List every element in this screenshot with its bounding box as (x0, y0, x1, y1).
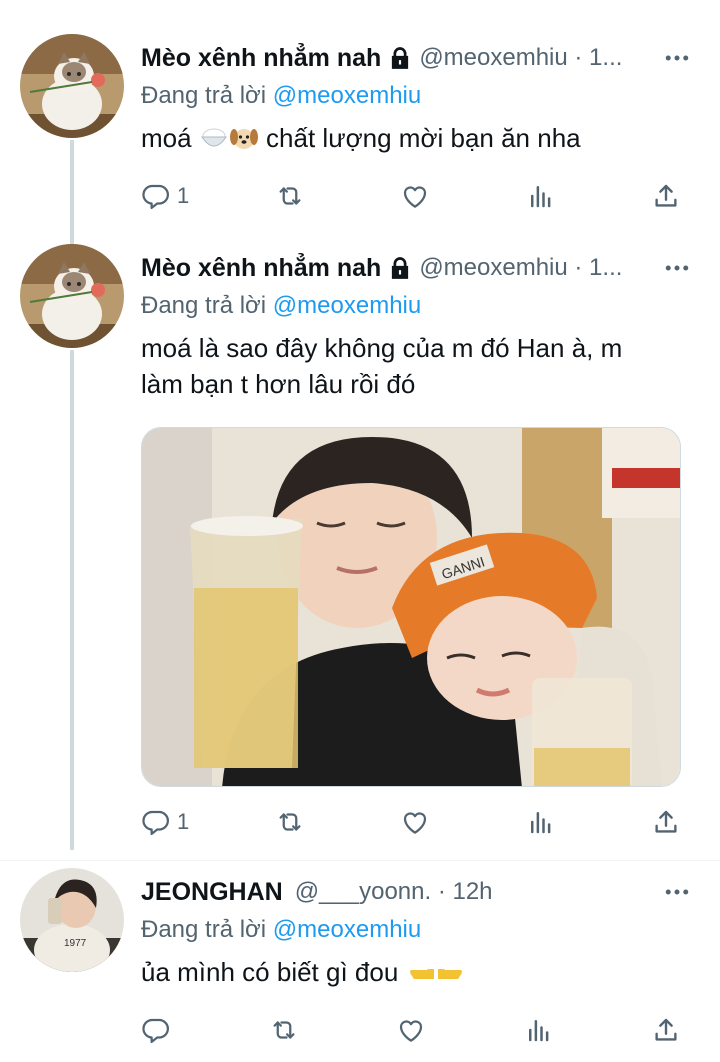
reply-count: 1 (177, 809, 190, 834)
author-name[interactable]: JEONGHAN (141, 878, 283, 907)
share-button[interactable] (651, 807, 681, 837)
tweet[interactable]: Mèo xênh nhẳm nah @meoxemhiu · 1... Đang… (0, 0, 720, 240)
tweet-header: JEONGHAN @___yoonn. · 12h (141, 872, 700, 912)
author-handle[interactable]: @meoxemhiu · 1... (419, 44, 622, 72)
like-icon (400, 807, 430, 837)
replying-to: Đang trả lời @meoxemhiu (141, 288, 700, 324)
tweet-text: moá là sao đây không của m đó Han à, m l… (141, 333, 623, 399)
author-name[interactable]: Mèo xênh nhẳm nah (141, 44, 381, 73)
reply-button[interactable] (141, 1015, 181, 1045)
tweet-text-start: ủa mình có biết gì đou (141, 957, 399, 987)
author-name[interactable]: Mèo xênh nhẳm nah (141, 254, 381, 283)
replying-to: Đang trả lời @meoxemhiu (141, 78, 700, 114)
tweet-text: ủa mình có biết gì đou (141, 954, 700, 990)
lock-icon (387, 255, 413, 281)
tweet-photo[interactable]: GANNI (141, 427, 681, 787)
share-icon (651, 807, 681, 837)
rice-emoji (200, 128, 227, 147)
replying-to-link[interactable]: @meoxemhiu (273, 292, 421, 319)
avatar[interactable] (20, 34, 124, 138)
tweet-text-end: chất lượng mời bạn ăn nha (266, 123, 581, 153)
like-button[interactable] (396, 1015, 436, 1045)
more-icon[interactable] (652, 872, 692, 912)
dog-emoji (229, 129, 258, 149)
retweet-icon (275, 181, 305, 211)
replying-prefix: Đang trả lời (141, 292, 273, 319)
tweet-header: Mèo xênh nhẳm nah @meoxemhiu · 1... (141, 248, 700, 288)
avatar-shirt-text: 1977 (64, 938, 87, 949)
more-icon[interactable] (652, 248, 692, 288)
reply-count: 1 (177, 183, 190, 208)
reply-button[interactable]: 1 (141, 181, 189, 211)
retweet-button[interactable] (275, 807, 315, 837)
views-button[interactable] (526, 181, 566, 211)
share-button[interactable] (651, 181, 681, 211)
replying-prefix: Đang trả lời (141, 82, 273, 109)
tweet[interactable]: 1977 JEONGHAN @___yoonn. · 12h Đang trả … (0, 860, 720, 1062)
action-bar: 1 (141, 800, 681, 844)
avatar[interactable] (20, 244, 124, 348)
replying-to-link[interactable]: @meoxemhiu (273, 82, 421, 109)
retweet-icon (269, 1015, 299, 1045)
action-bar: 1 (141, 174, 681, 218)
reply-icon (141, 181, 171, 211)
share-icon (651, 1015, 681, 1045)
replying-prefix: Đang trả lời (141, 916, 273, 943)
share-icon (651, 181, 681, 211)
reply-button[interactable]: 1 (141, 807, 189, 837)
like-button[interactable] (400, 181, 440, 211)
retweet-button[interactable] (275, 181, 315, 211)
tweet-text: moá chất lượng mời bạn ăn nha (141, 120, 700, 156)
author-handle[interactable]: @___yoonn. · 12h (295, 878, 493, 906)
tweet[interactable]: Mèo xênh nhẳm nah @meoxemhiu · 1... Đang… (0, 240, 720, 860)
action-bar (141, 1008, 681, 1052)
views-icon (524, 1015, 554, 1045)
author-handle[interactable]: @meoxemhiu · 1... (419, 254, 622, 282)
share-button[interactable] (651, 1015, 681, 1045)
views-button[interactable] (524, 1015, 564, 1045)
avatar[interactable]: 1977 (20, 868, 124, 972)
views-button[interactable] (526, 807, 566, 837)
retweet-button[interactable] (269, 1015, 309, 1045)
lock-icon (387, 45, 413, 71)
views-icon (526, 807, 556, 837)
tweet-text-start: moá (141, 123, 192, 153)
like-icon (400, 181, 430, 211)
reply-icon (141, 1015, 171, 1045)
pointing-hands-emoji (409, 969, 462, 979)
like-button[interactable] (400, 807, 440, 837)
views-icon (526, 181, 556, 211)
retweet-icon (275, 807, 305, 837)
more-icon[interactable] (652, 38, 692, 78)
reply-icon (141, 807, 171, 837)
replying-to-link[interactable]: @meoxemhiu (273, 916, 421, 943)
replying-to: Đang trả lời @meoxemhiu (141, 912, 700, 948)
tweet-header: Mèo xênh nhẳm nah @meoxemhiu · 1... (141, 38, 700, 78)
like-icon (396, 1015, 426, 1045)
